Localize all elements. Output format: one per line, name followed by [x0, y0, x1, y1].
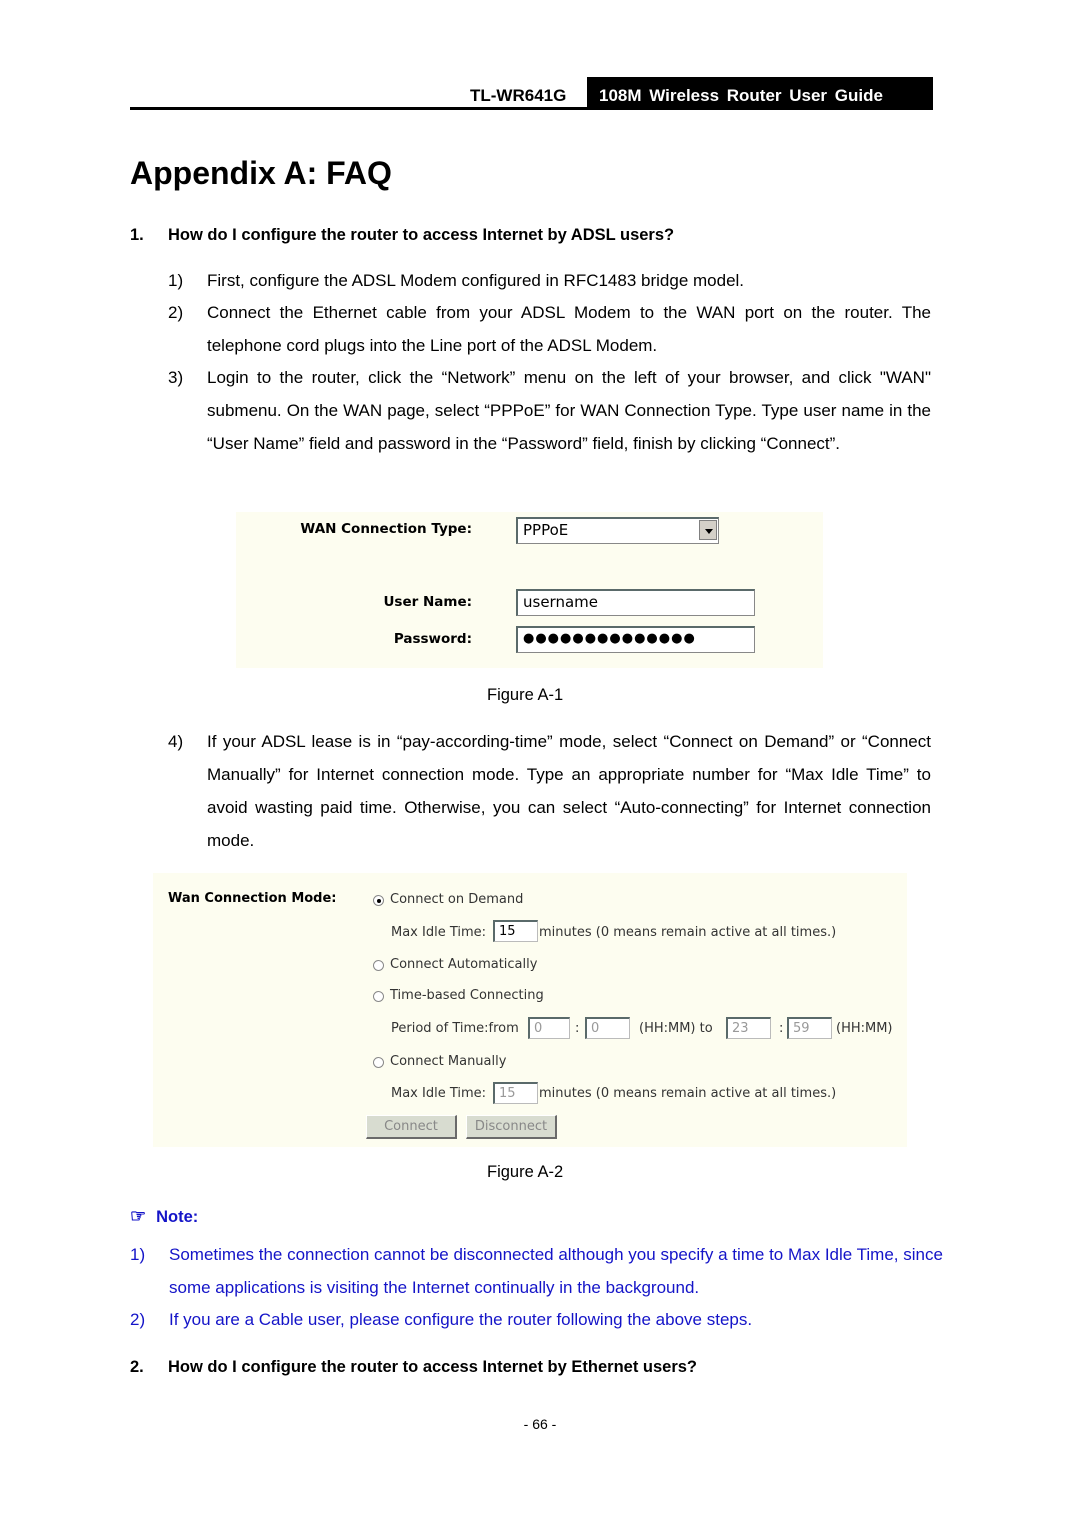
radio-connect-manually[interactable]	[373, 1057, 384, 1068]
max-idle-note: minutes (0 means remain active at all ti…	[539, 925, 837, 940]
wan-type-label: WAN Connection Type:	[300, 521, 472, 537]
radio-connect-on-demand[interactable]	[373, 895, 384, 906]
pointing-hand-icon: ☞	[130, 1206, 147, 1226]
note-label: Note:	[156, 1208, 199, 1226]
note-heading: ☞ Note:	[130, 1206, 198, 1227]
step-text: Login to the router, click the “Network”…	[207, 368, 931, 453]
figure-a1-caption: Figure A-1	[487, 686, 564, 704]
from-mm-input[interactable]: 0	[585, 1017, 630, 1039]
time-based-label: Time-based Connecting	[390, 988, 544, 1003]
max-idle-label: Max Idle Time:	[391, 1086, 487, 1101]
password-input[interactable]: ●●●●●●●●●●●●●●	[516, 626, 755, 653]
colon-separator: :	[575, 1021, 580, 1036]
chevron-down-icon[interactable]	[699, 520, 717, 540]
wan-type-select[interactable]: PPPoE	[516, 517, 719, 544]
figure-a1-panel: WAN Connection Type: PPPoE User Name: us…	[236, 512, 823, 668]
disconnect-button[interactable]: Disconnect	[466, 1115, 557, 1139]
connection-mode-label: Wan Connection Mode:	[168, 891, 337, 906]
note-number: 2)	[130, 1310, 146, 1329]
page-title: Appendix A: FAQ	[130, 155, 392, 191]
note-text: Sometimes the connection cannot be disco…	[169, 1245, 943, 1297]
step-number: 4)	[168, 732, 184, 751]
header-guide-title: 108M Wireless Router User Guide	[599, 86, 883, 105]
question-text: How do I configure the router to access …	[168, 226, 675, 244]
question-number: 1.	[130, 226, 144, 244]
radio-connect-automatically[interactable]	[373, 960, 384, 971]
to-hh-input[interactable]: 23	[726, 1017, 771, 1039]
step-text: If your ADSL lease is in “pay-according-…	[207, 732, 931, 850]
max-idle-label: Max Idle Time:	[391, 925, 487, 940]
step-number: 2)	[168, 303, 184, 322]
max-idle-demand-input[interactable]: 15	[493, 920, 538, 942]
connect-automatically-label: Connect Automatically	[390, 957, 538, 972]
max-idle-manual-input[interactable]: 15	[493, 1082, 538, 1104]
figure-a2-panel: Wan Connection Mode: Connect on Demand M…	[153, 873, 907, 1147]
header-model: TL-WR641G	[470, 86, 567, 105]
page-number: - 66 -	[523, 1416, 557, 1432]
question-text: How do I configure the router to access …	[168, 1358, 698, 1376]
note-text: If you are a Cable user, please configur…	[169, 1310, 753, 1329]
step-text: First, configure the ADSL Modem configur…	[207, 271, 745, 290]
username-input[interactable]: username	[516, 589, 755, 616]
username-label: User Name:	[383, 594, 472, 610]
period-label: Period of Time:from	[391, 1021, 519, 1036]
connect-on-demand-label: Connect on Demand	[390, 892, 524, 907]
hhmm-to-label: (HH:MM) to	[639, 1021, 713, 1036]
step-text: Connect the Ethernet cable from your ADS…	[207, 303, 931, 355]
step-number: 3)	[168, 368, 184, 387]
hhmm-label: (HH:MM)	[836, 1021, 893, 1036]
note-number: 1)	[130, 1245, 146, 1264]
question-1: 1. How do I configure the router to acce…	[130, 226, 930, 248]
connect-button[interactable]: Connect	[366, 1115, 457, 1139]
figure-a2-caption: Figure A-2	[487, 1163, 564, 1181]
from-hh-input[interactable]: 0	[528, 1017, 570, 1039]
question-number: 2.	[130, 1358, 144, 1376]
radio-time-based[interactable]	[373, 991, 384, 1002]
max-idle-note: minutes (0 means remain active at all ti…	[539, 1086, 837, 1101]
connect-manually-label: Connect Manually	[390, 1054, 507, 1069]
password-label: Password:	[393, 631, 472, 647]
wan-type-value: PPPoE	[523, 521, 569, 539]
colon-separator: :	[779, 1021, 784, 1036]
to-mm-input[interactable]: 59	[787, 1017, 832, 1039]
step-number: 1)	[168, 271, 184, 290]
question-2: 2. How do I configure the router to acce…	[130, 1358, 930, 1380]
